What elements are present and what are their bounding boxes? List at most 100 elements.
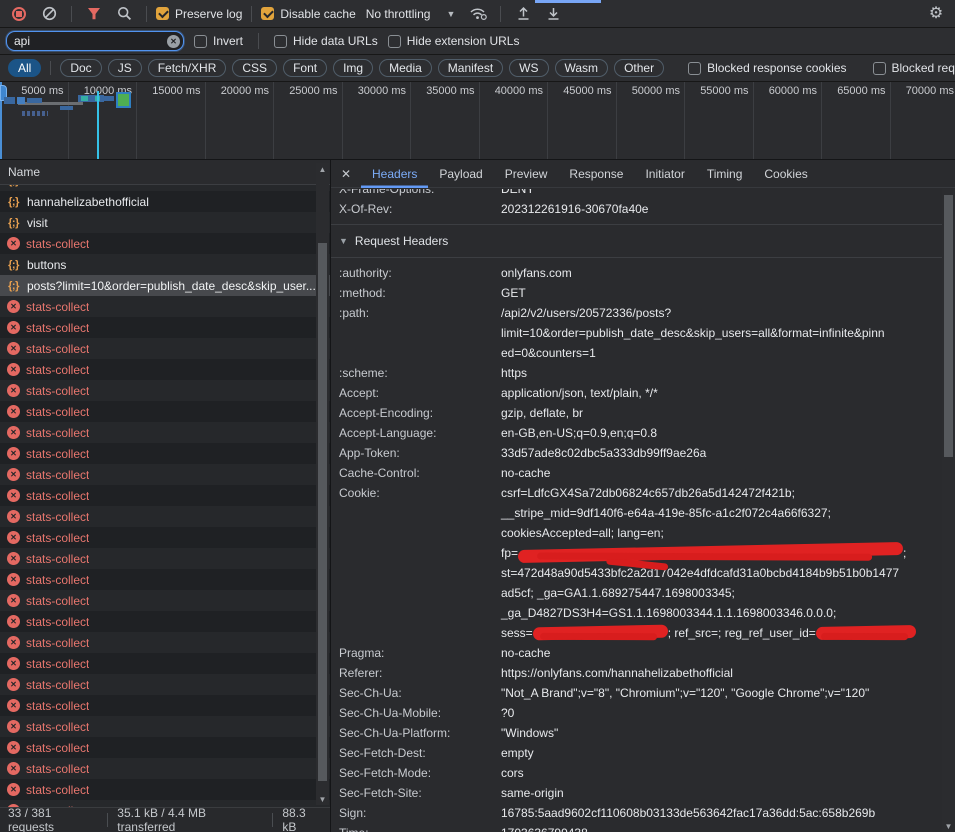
hide-data-urls-checkbox[interactable]: Hide data URLs [274, 34, 378, 48]
filter-button[interactable] [81, 2, 107, 26]
preserve-log-checkbox[interactable]: Preserve log [156, 7, 242, 21]
record-button[interactable] [6, 2, 32, 26]
type-filter-all[interactable]: All [8, 59, 41, 77]
name-column-header[interactable]: Name [0, 160, 330, 185]
request-row[interactable]: ✕stats-collect [0, 422, 330, 443]
disable-cache-checkbox[interactable]: Disable cache [261, 7, 355, 21]
type-filter-other[interactable]: Other [614, 59, 664, 77]
disclosure-triangle-icon: ▼ [339, 236, 348, 246]
close-details-button[interactable]: ✕ [331, 167, 361, 181]
header-value: cors [501, 763, 942, 783]
search-button[interactable] [111, 2, 137, 26]
request-row[interactable]: ✕stats-collect [0, 632, 330, 653]
hide-extension-urls-label: Hide extension URLs [407, 34, 520, 48]
tab-response[interactable]: Response [558, 160, 634, 188]
hide-extension-urls-checkbox[interactable]: Hide extension URLs [388, 34, 520, 48]
requests-scrollbar[interactable]: ▲ ▼ [316, 163, 329, 805]
request-row[interactable]: ✕stats-collect [0, 716, 330, 737]
request-row[interactable]: ✕stats-collect [0, 548, 330, 569]
throttling-select[interactable]: No throttling ▼ [360, 7, 462, 21]
type-filter-font[interactable]: Font [283, 59, 327, 77]
divider [500, 6, 501, 22]
settings-button[interactable]: ⚙ [923, 2, 949, 26]
invert-checkbox[interactable]: Invert [194, 34, 243, 48]
header-value: 33d57ade8c02dbc5a333db99ff9ae26a [501, 443, 942, 463]
request-name: stats-collect [26, 636, 89, 650]
header-row: Sec-Fetch-Mode:cors [339, 763, 942, 783]
request-row[interactable]: ✕stats-collect [0, 485, 330, 506]
request-row[interactable]: ✕stats-collect [0, 401, 330, 422]
scroll-down-icon[interactable]: ▼ [316, 793, 329, 805]
request-row[interactable]: ✕stats-collect [0, 296, 330, 317]
request-row[interactable]: ✕stats-collect [0, 569, 330, 590]
details-scrollbar[interactable]: ▼ [942, 189, 955, 832]
request-row[interactable]: ✕stats-collect [0, 695, 330, 716]
request-headers-section-header[interactable]: ▼ Request Headers [339, 230, 942, 252]
request-row[interactable]: ✕stats-collect [0, 779, 330, 800]
scroll-down-icon[interactable]: ▼ [942, 820, 955, 832]
header-row: Sec-Ch-Ua-Platform:"Windows" [339, 723, 942, 743]
tab-preview[interactable]: Preview [494, 160, 559, 188]
scrollbar-thumb[interactable] [944, 195, 953, 457]
request-row[interactable]: ✕stats-collect [0, 464, 330, 485]
request-row[interactable]: {;}posts?limit=10&order=publish_date_des… [0, 275, 330, 296]
request-name: visit [27, 216, 48, 230]
request-row[interactable]: ✕stats-collect [0, 359, 330, 380]
type-filter-fetch-xhr[interactable]: Fetch/XHR [148, 59, 227, 77]
request-row[interactable]: ✕stats-collect [0, 506, 330, 527]
network-toolbar: Preserve log Disable cache No throttling… [0, 0, 955, 28]
checkbox-icon [688, 62, 701, 75]
request-row[interactable]: ✕stats-collect [0, 380, 330, 401]
request-row[interactable]: ✕stats-collect [0, 317, 330, 338]
error-icon: ✕ [7, 321, 20, 334]
clear-button[interactable] [36, 2, 62, 26]
header-value-line: 33d57ade8c02dbc5a333db99ff9ae26a [501, 443, 942, 463]
header-value-line: __stripe_mid=9df140f6-e64a-419e-85fc-a1c… [501, 503, 942, 523]
requests-panel: Name {;}init{;}hannahelizabethofficial{;… [0, 160, 330, 832]
type-filter-manifest[interactable]: Manifest [438, 59, 503, 77]
request-name: stats-collect [26, 657, 89, 671]
type-filter-img[interactable]: Img [333, 59, 373, 77]
export-har-button[interactable] [540, 2, 566, 26]
header-value-line: st=472d48a90d5433bfc2a2d17042e4dfdcafd31… [501, 563, 942, 583]
scrollbar-thumb[interactable] [318, 243, 327, 781]
request-row[interactable]: ✕stats-collect [0, 590, 330, 611]
type-filter-css[interactable]: CSS [232, 59, 277, 77]
error-icon: ✕ [7, 300, 20, 313]
clear-filter-icon[interactable]: ✕ [167, 35, 180, 48]
type-filter-doc[interactable]: Doc [60, 59, 101, 77]
blocked-response-cookies-checkbox[interactable]: Blocked response cookies [688, 61, 846, 75]
error-icon: ✕ [7, 657, 20, 670]
type-filter-ws[interactable]: WS [509, 59, 548, 77]
header-row: :path:/api2/v2/users/20572336/posts?limi… [339, 303, 942, 363]
request-row[interactable]: {;}hannahelizabethofficial [0, 191, 330, 212]
type-filter-js[interactable]: JS [108, 59, 142, 77]
request-row[interactable]: ✕stats-collect [0, 443, 330, 464]
tab-timing[interactable]: Timing [696, 160, 754, 188]
request-row[interactable]: ✕stats-collect [0, 611, 330, 632]
network-overview-timeline[interactable]: 5000 ms10000 ms15000 ms20000 ms25000 ms3… [0, 82, 955, 160]
request-row[interactable]: ✕stats-collect [0, 737, 330, 758]
type-filter-wasm[interactable]: Wasm [555, 59, 609, 77]
request-row[interactable]: ✕stats-collect [0, 758, 330, 779]
request-row[interactable]: ✕stats-collect [0, 338, 330, 359]
network-conditions-button[interactable] [465, 2, 491, 26]
request-row[interactable]: {;}visit [0, 212, 330, 233]
tab-cookies[interactable]: Cookies [753, 160, 818, 188]
error-icon: ✕ [7, 342, 20, 355]
tab-payload[interactable]: Payload [428, 160, 493, 188]
blocked-requests-checkbox[interactable]: Blocked requests [873, 61, 955, 75]
tab-initiator[interactable]: Initiator [634, 160, 695, 188]
request-row[interactable]: ✕ stats-collect [0, 653, 330, 674]
filter-input[interactable] [6, 31, 184, 51]
request-row[interactable]: {;}buttons [0, 254, 330, 275]
scroll-up-icon[interactable]: ▲ [316, 163, 329, 175]
request-row[interactable]: ✕stats-collect [0, 233, 330, 254]
request-row[interactable]: ✕stats-collect [0, 527, 330, 548]
request-row[interactable]: ✕stats-collect [0, 674, 330, 695]
tab-headers[interactable]: Headers [361, 160, 428, 188]
error-icon: ✕ [7, 699, 20, 712]
header-name: Sec-Ch-Ua-Mobile: [339, 703, 501, 723]
import-har-button[interactable] [510, 2, 536, 26]
type-filter-media[interactable]: Media [379, 59, 432, 77]
